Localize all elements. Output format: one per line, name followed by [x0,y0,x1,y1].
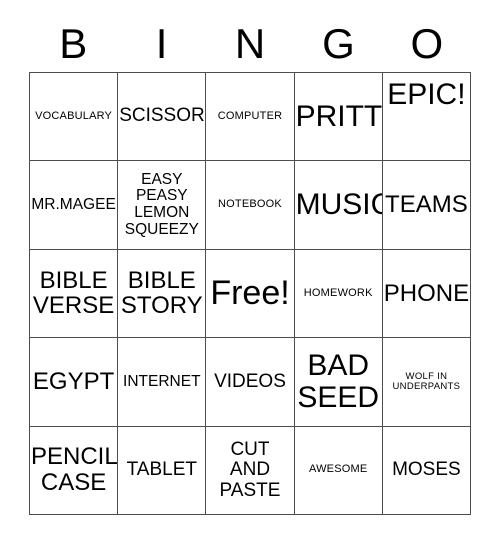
bingo-cell-label: TEAMS [385,191,468,219]
bingo-cell[interactable]: AWESOME [294,426,383,515]
bingo-header-row: B I N G O [29,16,471,72]
bingo-cell[interactable]: TEAMS [382,161,471,250]
bingo-cell[interactable]: INTERNET [118,338,207,427]
bingo-cell-label: VOCABULARY [35,109,113,122]
bingo-cell-label: MR.MAGEE [31,195,116,213]
bingo-cell[interactable]: EPIC! [382,73,471,162]
bingo-header-letter-i: I [155,20,168,67]
bingo-cell-label: WOLF IN UNDERPANTS [392,370,461,392]
bingo-header-letter-g: G [322,20,355,67]
bingo-header-letter-o: O [410,20,444,67]
bingo-cell-label: BIBLE VERSE [32,266,115,320]
bingo-cell[interactable]: MOSES [382,426,471,515]
bingo-cell[interactable]: SCISSORS [118,73,207,162]
bingo-header-letter-b: B [59,20,88,67]
bingo-cell-label: PENCIL CASE [31,443,118,497]
bingo-cell[interactable]: BIBLE VERSE [30,249,119,339]
bingo-cell-label: INTERNET [123,372,201,390]
bingo-cell-label: PRITT [295,99,383,133]
bingo-cell-label: EASY PEASY LEMON SQUEEZY [124,170,199,238]
bingo-cell-label: NOTEBOOK [218,198,282,211]
bingo-cell-label: EGYPT [32,367,115,395]
bingo-cell-label: EPIC! [387,78,466,111]
bingo-cell[interactable]: NOTEBOOK [206,161,295,250]
bingo-cell-label: Free! [210,274,290,313]
bingo-cell[interactable]: EGYPT [30,338,119,427]
bingo-cell[interactable]: BIBLE STORY [118,249,207,339]
bingo-cell[interactable]: EASY PEASY LEMON SQUEEZY [118,161,207,250]
bingo-cell[interactable]: CUT AND PASTE [206,426,295,515]
bingo-cell[interactable]: MR.MAGEE [30,161,119,250]
bingo-cell-label: AWESOME [308,463,368,476]
bingo-cell[interactable]: PENCIL CASE [30,426,119,515]
bingo-cell[interactable]: PRITT [294,73,383,162]
bingo-cell[interactable]: MUSIC [294,161,383,250]
bingo-cell[interactable]: TABLET [118,426,207,515]
bingo-cell-label: TABLET [126,459,197,481]
bingo-cell[interactable]: BAD SEED [294,338,383,427]
bingo-cell[interactable]: WOLF IN UNDERPANTS [382,338,471,427]
bingo-cell[interactable]: VIDEOS [206,338,295,427]
bingo-cell-label: BIBLE STORY [120,266,203,320]
bingo-cell-label: SCISSORS [119,105,205,127]
bingo-cell-label: VIDEOS [214,370,286,392]
bingo-cell-label: MOSES [392,459,461,481]
bingo-cell-label: HOMEWORK [303,286,373,299]
bingo-card: B I N G O VOCABULARY SCISSORS COMPUTER P… [0,0,500,544]
bingo-cell[interactable]: HOMEWORK [294,249,383,339]
bingo-cell-label: MUSIC [295,187,383,221]
bingo-cell-label: COMPUTER [217,109,283,122]
bingo-cell[interactable]: COMPUTER [206,73,295,162]
bingo-cell-label: BAD SEED [297,348,380,414]
bingo-grid: VOCABULARY SCISSORS COMPUTER PRITT EPIC!… [29,72,471,515]
bingo-cell-free[interactable]: Free! [206,249,295,339]
bingo-cell[interactable]: PHONE [382,249,471,339]
bingo-header-letter-n: N [234,20,266,67]
bingo-cell-label: CUT AND PASTE [219,438,281,501]
bingo-cell-label: PHONE [383,279,470,307]
bingo-cell[interactable]: VOCABULARY [30,73,119,162]
